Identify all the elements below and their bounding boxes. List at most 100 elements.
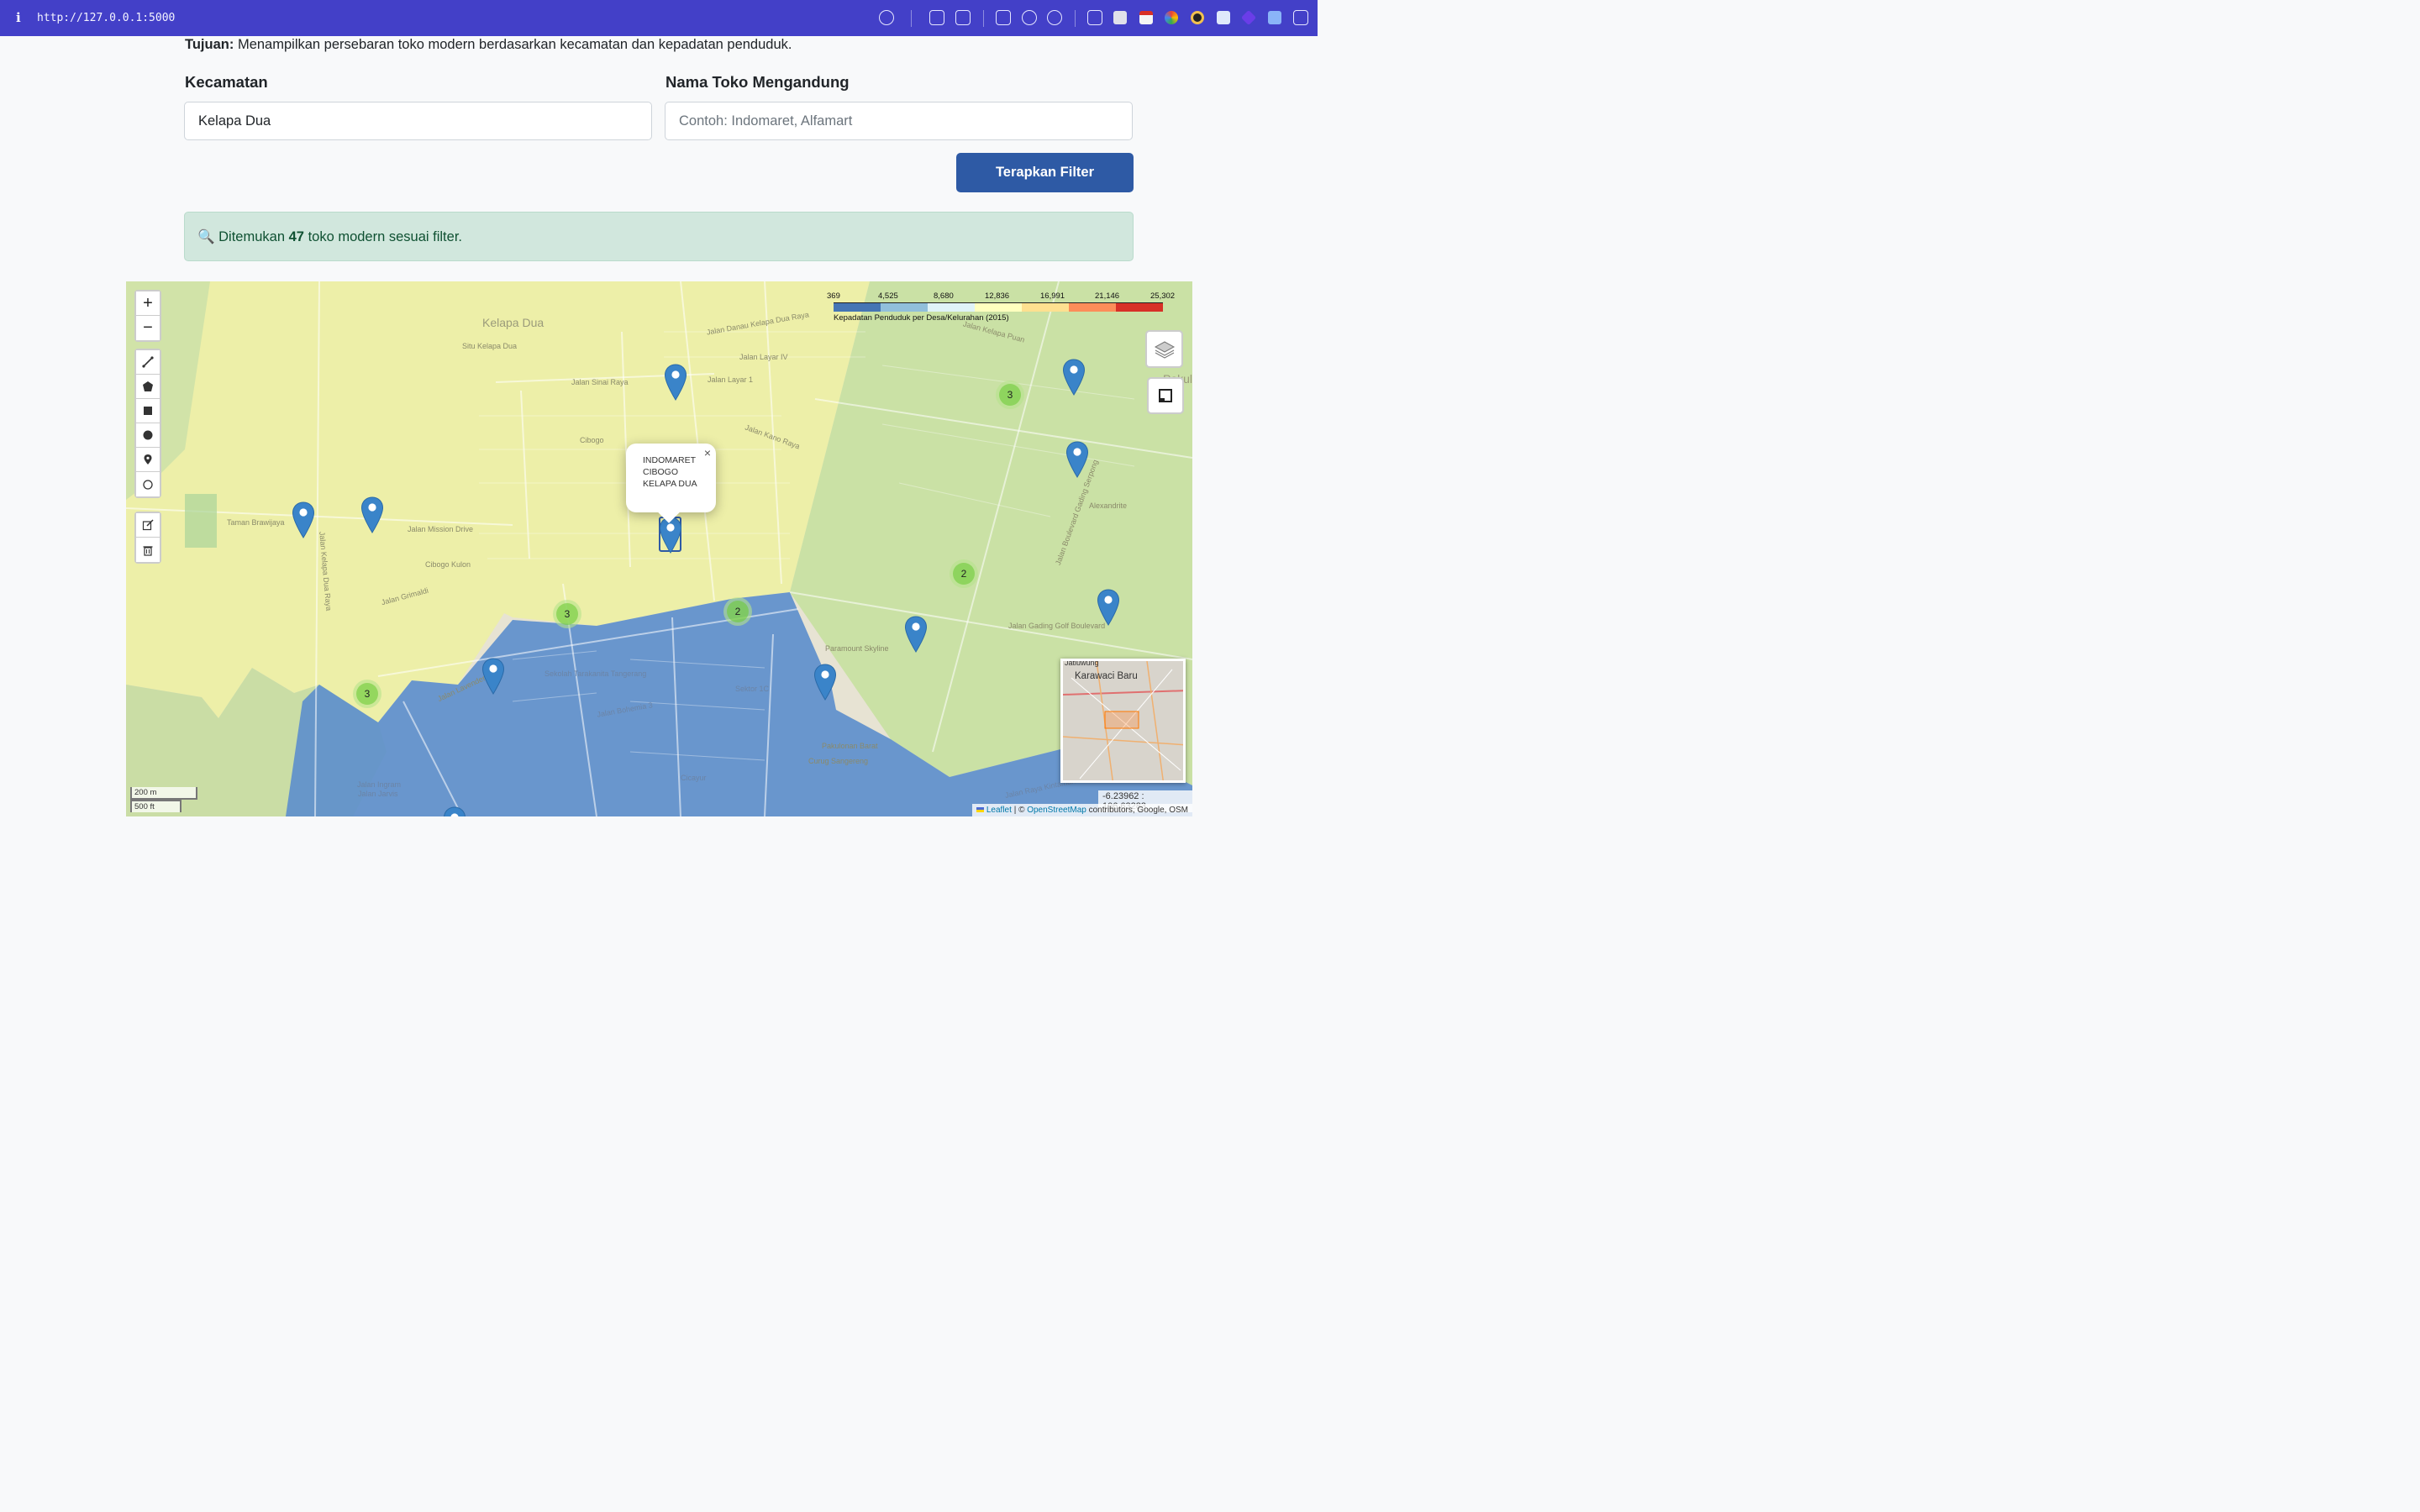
- store-name-label: Nama Toko Mengandung: [666, 73, 850, 91]
- cluster-count: 2: [953, 563, 975, 585]
- marker-cluster[interactable]: 3: [553, 600, 581, 628]
- toolbar-divider: [911, 10, 912, 27]
- map-label: Cibogo: [580, 436, 604, 444]
- cluster-count: 2: [727, 601, 749, 622]
- store-marker-icon[interactable]: [1065, 441, 1089, 478]
- camera-icon[interactable]: [955, 10, 971, 25]
- legend-tick: 16,991: [1040, 291, 1065, 301]
- draw-polygon-icon[interactable]: [136, 375, 160, 399]
- puzzle-icon[interactable]: [1087, 10, 1102, 25]
- draw-circle-icon[interactable]: [136, 423, 160, 448]
- store-marker-icon[interactable]: [1097, 589, 1120, 626]
- store-marker-icon[interactable]: [360, 496, 384, 533]
- link-icon[interactable]: [879, 10, 894, 25]
- legend-caption: Kepadatan Penduduk per Desa/Kelurahan (2…: [834, 313, 1009, 323]
- zoom-control: + −: [134, 290, 161, 342]
- site-info-icon[interactable]: i: [16, 10, 21, 25]
- map-label: Cicayur: [681, 774, 707, 782]
- extension-red-icon[interactable]: [1139, 11, 1153, 24]
- district-input[interactable]: [184, 102, 652, 140]
- cluster-count: 3: [556, 603, 578, 625]
- minimap-label: Jatiuwung: [1065, 659, 1099, 667]
- cluster-count: 3: [999, 384, 1021, 406]
- leaflet-link[interactable]: Leaflet: [986, 806, 1012, 815]
- store-marker-icon[interactable]: [664, 364, 687, 401]
- cluster-count: 3: [356, 683, 378, 705]
- map-label: Jalan Layar IV: [739, 353, 788, 361]
- draw-toolbar: [134, 349, 161, 498]
- store-marker-icon[interactable]: [292, 501, 315, 538]
- store-marker-icon[interactable]: [481, 658, 505, 695]
- osm-link[interactable]: OpenStreetMap: [1027, 806, 1086, 815]
- extension-purple-icon[interactable]: [1240, 9, 1257, 26]
- draw-marker-icon[interactable]: [136, 448, 160, 472]
- edit-toolbar: [134, 512, 161, 564]
- store-marker-icon[interactable]: [813, 664, 837, 701]
- fullscreen-icon: [1159, 389, 1172, 402]
- legend-color-segment: [881, 303, 928, 312]
- store-marker-icon[interactable]: [443, 806, 466, 816]
- store-marker-icon[interactable]: [904, 616, 928, 653]
- store-name-input[interactable]: [665, 102, 1133, 140]
- delete-layers-icon[interactable]: [136, 538, 160, 562]
- map-label: Jalan Ingram: [357, 780, 402, 789]
- map-label: Curug Sangereng: [808, 757, 869, 765]
- map-label: Jalan Jarvis: [358, 790, 398, 798]
- translate-icon[interactable]: [1268, 11, 1281, 24]
- zoom-in-button[interactable]: +: [136, 291, 160, 316]
- apply-filter-button[interactable]: Terapkan Filter: [956, 153, 1134, 192]
- marker-cluster[interactable]: 2: [723, 597, 752, 626]
- address-bar[interactable]: http://127.0.0.1:5000: [37, 12, 175, 24]
- store-marker-icon[interactable]: [1062, 359, 1086, 396]
- download-icon[interactable]: [929, 10, 944, 25]
- legend-tick: 12,836: [985, 291, 1010, 301]
- search-icon: 🔍: [197, 229, 215, 244]
- draw-polyline-icon[interactable]: [136, 350, 160, 375]
- edit-layers-icon[interactable]: [136, 513, 160, 538]
- extension-doc-icon[interactable]: [1217, 11, 1230, 24]
- terminal-icon[interactable]: [996, 10, 1011, 25]
- draw-circlemarker-icon[interactable]: [136, 472, 160, 496]
- marker-cluster[interactable]: 3: [996, 381, 1024, 409]
- extension-circle-icon[interactable]: [1191, 11, 1204, 24]
- toolbar-divider: [983, 10, 984, 27]
- sidebar-icon[interactable]: [1293, 10, 1308, 25]
- browser-toolbar: i http://127.0.0.1:5000: [0, 0, 1318, 36]
- legend-tick: 4,525: [878, 291, 898, 301]
- marker-cluster[interactable]: 2: [950, 559, 978, 588]
- fullscreen-button[interactable]: [1147, 377, 1184, 414]
- marker-cluster[interactable]: 3: [353, 680, 381, 708]
- legend-tick: 8,680: [934, 291, 954, 301]
- map-label: Paramount Skyline: [825, 644, 889, 653]
- minimap[interactable]: Jatiuwung Karawaci Baru: [1060, 659, 1186, 783]
- attribution-separator: | ©: [1013, 806, 1025, 815]
- map-label: Situ Kelapa Dua: [462, 342, 518, 350]
- legend-color-segment: [1022, 303, 1069, 312]
- extension-colorwheel-icon[interactable]: [1165, 11, 1178, 24]
- map-label: Pakulonan Barat: [822, 742, 878, 750]
- scale-imperial: 500 ft: [130, 800, 182, 812]
- legend-color-segment: [1069, 303, 1116, 312]
- minimap-title: Karawaci Baru: [1075, 671, 1138, 681]
- draw-rectangle-icon[interactable]: [136, 399, 160, 423]
- map-label: Kelapa Dua: [482, 316, 544, 329]
- map-label: Jalan Mission Drive: [408, 525, 474, 533]
- legend-color-segment: [928, 303, 975, 312]
- result-alert: 🔍 Ditemukan 47 toko modern sesuai filter…: [184, 212, 1134, 261]
- map-label: Jalan Sinai Raya: [571, 378, 629, 386]
- popup-close-button[interactable]: ×: [704, 447, 711, 459]
- map-label: Alexandrite: [1089, 501, 1128, 510]
- printer-icon[interactable]: [1113, 11, 1127, 24]
- purpose-label: Tujuan:: [185, 37, 234, 52]
- scale-control: 200 m 500 ft: [130, 787, 197, 812]
- zoom-out-button[interactable]: −: [136, 316, 160, 340]
- map-label: Jalan Gading Golf Boulevard: [1008, 622, 1106, 630]
- store-map[interactable]: Kelapa Dua Situ Kelapa Dua Cibogo Cibogo…: [126, 281, 1192, 816]
- attribution-rest: contributors, Google, OSM: [1088, 806, 1188, 815]
- store-popup: × INDOMARET CIBOGO KELAPA DUA: [626, 444, 716, 523]
- layers-control-button[interactable]: [1145, 330, 1183, 368]
- legend-color-segment: [975, 303, 1022, 312]
- crosshair-icon[interactable]: [1047, 10, 1062, 25]
- globe-icon[interactable]: [1022, 10, 1037, 25]
- selected-store-marker-icon[interactable]: [659, 517, 682, 554]
